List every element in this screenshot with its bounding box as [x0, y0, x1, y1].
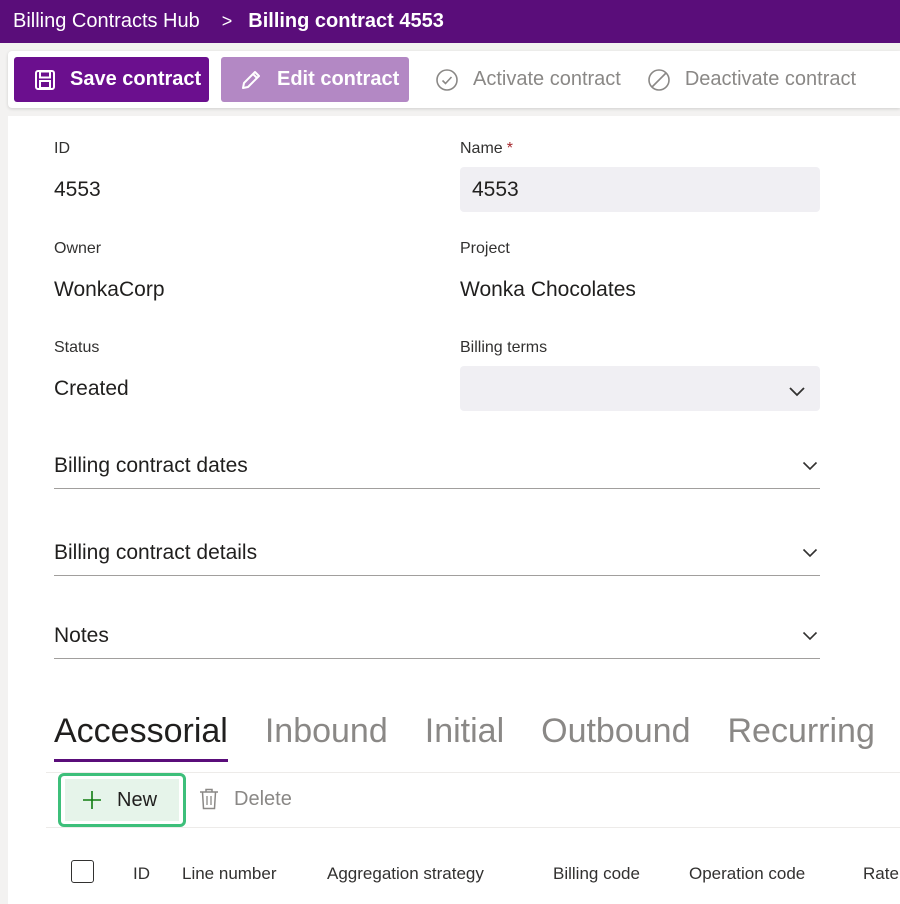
- chevron-down-icon: [802, 628, 818, 646]
- name-input[interactable]: 4553: [460, 167, 820, 212]
- grid-command-bar: New Delete: [46, 772, 900, 828]
- section-title: Billing contract dates: [54, 454, 248, 477]
- plus-icon: [81, 789, 103, 811]
- billing-terms-label: Billing terms: [460, 339, 548, 356]
- edit-contract-label: Edit contract: [277, 68, 400, 90]
- deactivate-contract-button[interactable]: Deactivate contract: [647, 68, 856, 92]
- tab-inbound[interactable]: Inbound: [265, 712, 388, 760]
- owner-value: WonkaCorp: [54, 278, 165, 301]
- section-billing-contract-details[interactable]: Billing contract details: [54, 533, 820, 576]
- chevron-down-icon: [802, 545, 818, 563]
- chevron-down-icon: [788, 380, 806, 404]
- column-header-rate[interactable]: Rate: [863, 864, 899, 884]
- tab-outbound[interactable]: Outbound: [541, 712, 690, 760]
- name-label-text: Name: [460, 140, 503, 157]
- status-label: Status: [54, 339, 100, 356]
- id-value: 4553: [54, 178, 101, 201]
- breadcrumb-app-link[interactable]: Billing Contracts Hub: [13, 10, 200, 33]
- required-indicator: *: [506, 140, 513, 157]
- name-input-value: 4553: [472, 177, 519, 201]
- chevron-down-icon: [802, 458, 818, 476]
- tab-accessorial[interactable]: Accessorial: [54, 712, 228, 762]
- activate-contract-label: Activate contract: [473, 68, 621, 90]
- save-contract-label: Save contract: [70, 68, 202, 90]
- trash-icon: [198, 787, 220, 811]
- column-header-aggregation-strategy[interactable]: Aggregation strategy: [327, 864, 484, 884]
- delete-line-button[interactable]: Delete: [198, 787, 292, 811]
- column-header-billing-code[interactable]: Billing code: [553, 864, 640, 884]
- new-line-label: New: [117, 788, 158, 811]
- contract-form-card: ID 4553 Name * 4553 Owner WonkaCorp Proje…: [8, 116, 900, 904]
- section-billing-contract-dates[interactable]: Billing contract dates: [54, 446, 820, 489]
- delete-line-label: Delete: [234, 787, 292, 810]
- status-value: Created: [54, 377, 129, 400]
- breadcrumb: Billing Contracts Hub > Billing contract…: [0, 0, 900, 43]
- deactivate-contract-label: Deactivate contract: [684, 68, 857, 90]
- activate-contract-button[interactable]: Activate contract: [435, 68, 621, 92]
- tab-initial[interactable]: Initial: [425, 712, 504, 760]
- project-value: Wonka Chocolates: [460, 278, 636, 301]
- section-notes[interactable]: Notes: [54, 616, 820, 659]
- section-title: Billing contract details: [54, 541, 258, 564]
- select-all-checkbox[interactable]: [71, 860, 94, 883]
- line-type-tabs: Accessorial Inbound Initial Outbound Rec…: [54, 712, 900, 762]
- command-bar: Save contract Edit contract Activate con…: [8, 51, 900, 108]
- owner-label: Owner: [54, 240, 102, 257]
- project-label: Project: [460, 240, 510, 257]
- save-contract-button[interactable]: Save contract: [14, 57, 209, 102]
- save-icon: [34, 69, 56, 91]
- column-header-id[interactable]: ID: [133, 864, 150, 884]
- column-header-operation-code[interactable]: Operation code: [689, 864, 805, 884]
- new-line-button[interactable]: New: [58, 773, 186, 827]
- breadcrumb-separator: >: [221, 11, 233, 31]
- pencil-icon: [239, 68, 263, 92]
- column-header-line-number[interactable]: Line number: [182, 864, 277, 884]
- billing-terms-select[interactable]: [460, 366, 820, 411]
- check-circle-icon: [435, 68, 459, 92]
- page-title: Billing contract 4553: [248, 10, 444, 32]
- section-title: Notes: [54, 624, 109, 647]
- edit-contract-button[interactable]: Edit contract: [221, 57, 409, 102]
- tab-recurring[interactable]: Recurring: [727, 712, 874, 760]
- block-icon: [647, 68, 671, 92]
- lines-table-header: ID Line number Aggregation strategy Bill…: [8, 854, 900, 894]
- id-label: ID: [54, 140, 70, 157]
- new-line-button-inner: New: [65, 779, 179, 821]
- name-label: Name *: [460, 140, 513, 158]
